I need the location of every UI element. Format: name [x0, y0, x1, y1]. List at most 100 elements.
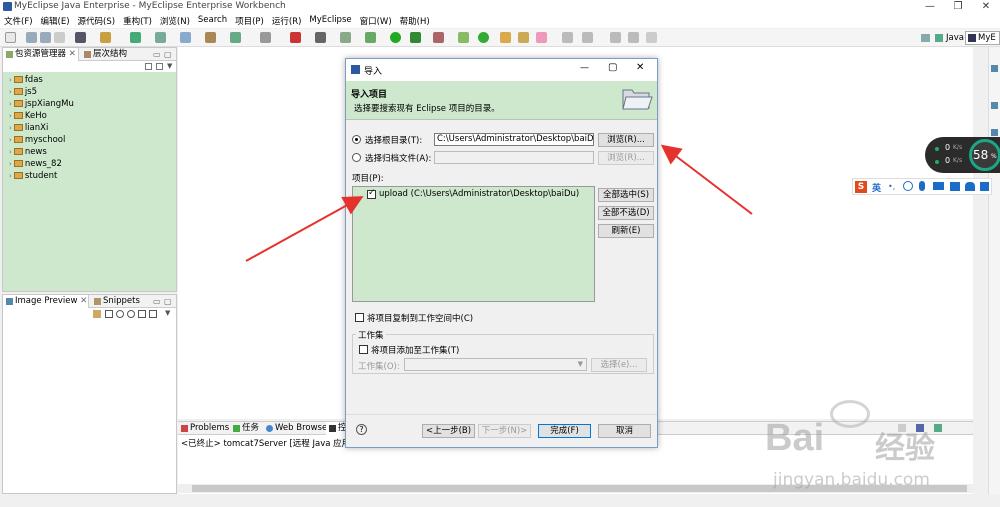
- forward-icon[interactable]: [628, 32, 639, 43]
- print-icon[interactable]: [54, 32, 65, 43]
- network-speed-widget[interactable]: 0 K/s 0 K/s 58 %: [925, 137, 1000, 173]
- task-icon[interactable]: [340, 32, 351, 43]
- link-editor-icon[interactable]: [156, 63, 163, 70]
- browser-icon[interactable]: [100, 32, 111, 43]
- new-web-icon[interactable]: [155, 32, 166, 43]
- external-tools-icon[interactable]: [433, 32, 444, 43]
- fit-window-icon[interactable]: [138, 310, 146, 318]
- dialog-maximize-button[interactable]: ▢: [608, 62, 617, 73]
- copy-to-workspace-label[interactable]: 将项目复制到工作空间中(C): [367, 312, 473, 324]
- view-menu-icon[interactable]: ▼: [167, 62, 172, 70]
- deploy-icon[interactable]: [130, 32, 141, 43]
- tab-package-explorer[interactable]: 包资源管理器 ✕: [3, 48, 79, 61]
- new-class-icon[interactable]: [478, 32, 489, 43]
- tab-console[interactable]: 控: [326, 422, 347, 435]
- select-working-set-button[interactable]: 选择(e)...: [591, 358, 647, 372]
- project-item-label[interactable]: upload (C:\Users\Administrator\Desktop\b…: [379, 189, 579, 199]
- working-set-select[interactable]: ▼: [404, 358, 587, 371]
- user-icon[interactable]: [965, 182, 975, 191]
- tab-tasks[interactable]: 任务: [230, 422, 262, 435]
- chevron-right-icon[interactable]: ›: [9, 112, 12, 120]
- tree-item-student[interactable]: › student: [9, 170, 57, 182]
- annotation-icon[interactable]: [562, 32, 573, 43]
- close-button[interactable]: ✕: [972, 0, 1000, 14]
- debug-icon[interactable]: [365, 32, 376, 43]
- copy-to-workspace-checkbox[interactable]: [355, 313, 364, 322]
- next-annotation-icon[interactable]: [582, 32, 593, 43]
- palette-icon[interactable]: [991, 129, 998, 136]
- grid-icon[interactable]: [149, 310, 157, 318]
- tab-web-browser[interactable]: Web Browser: [263, 422, 331, 435]
- close-icon[interactable]: ✕: [80, 296, 87, 306]
- last-edit-icon[interactable]: [646, 32, 657, 43]
- chevron-right-icon[interactable]: ›: [9, 136, 12, 144]
- menu-navigate[interactable]: 浏览(N): [156, 14, 194, 28]
- punctuation-icon[interactable]: •,: [888, 182, 895, 191]
- zoom-fit-icon[interactable]: [93, 310, 101, 318]
- radio-select-archive[interactable]: [352, 153, 361, 162]
- tree-item-fdas[interactable]: › fdas: [9, 74, 43, 86]
- chevron-right-icon[interactable]: ›: [9, 148, 12, 156]
- menu-edit[interactable]: 编辑(E): [37, 14, 74, 28]
- open-perspective-icon[interactable]: [921, 34, 930, 42]
- cancel-button[interactable]: 取消: [598, 424, 651, 438]
- pen-icon[interactable]: [518, 32, 529, 43]
- add-to-working-set-label[interactable]: 将项目添加至工作集(T): [371, 344, 459, 356]
- dialog-close-button[interactable]: ✕: [636, 62, 644, 73]
- tab-image-preview[interactable]: Image Preview ✕: [3, 295, 89, 308]
- add-to-working-set-checkbox[interactable]: [359, 345, 368, 354]
- sogou-logo-icon[interactable]: S: [855, 181, 867, 193]
- chevron-right-icon[interactable]: ›: [9, 88, 12, 96]
- tree-item-news-82[interactable]: › news_82: [9, 158, 62, 170]
- archive-file-input[interactable]: [434, 151, 594, 164]
- select-all-button[interactable]: 全部选中(S): [598, 188, 654, 202]
- browse-archive-button[interactable]: 浏览(R)...: [598, 151, 654, 165]
- outline-icon[interactable]: [991, 65, 998, 72]
- toolbox-icon[interactable]: [980, 182, 989, 191]
- zoom-out-icon[interactable]: [127, 310, 135, 318]
- minimize-button[interactable]: —: [916, 0, 944, 14]
- tree-item-news[interactable]: › news: [9, 146, 47, 158]
- new-icon[interactable]: [5, 32, 16, 43]
- tree-item-keho[interactable]: › KeHo: [9, 110, 47, 122]
- open-type-icon[interactable]: [205, 32, 216, 43]
- menu-refactor[interactable]: 重构(T): [119, 14, 156, 28]
- collapse-all-icon[interactable]: [145, 63, 152, 70]
- save-icon[interactable]: [26, 32, 37, 43]
- close-icon[interactable]: ✕: [69, 49, 76, 59]
- chevron-right-icon[interactable]: ›: [9, 172, 12, 180]
- server-icon[interactable]: [75, 32, 86, 43]
- tree-item-lianxi[interactable]: › lianXi: [9, 122, 48, 134]
- menu-help[interactable]: 帮助(H): [396, 14, 434, 28]
- deselect-all-button[interactable]: 全部不选(D): [598, 206, 654, 220]
- ant-icon[interactable]: [290, 32, 301, 43]
- menu-myeclipse[interactable]: MyEclipse: [305, 14, 355, 28]
- myeclipse-perspective-label[interactable]: MyE: [978, 33, 996, 43]
- new-java-icon[interactable]: [180, 32, 191, 43]
- keyboard-icon[interactable]: [933, 182, 944, 190]
- tab-hierarchy[interactable]: 层次结构: [81, 48, 141, 61]
- menu-window[interactable]: 窗口(W): [356, 14, 396, 28]
- java-perspective-icon[interactable]: [935, 34, 943, 42]
- tree-item-myschool[interactable]: › myschool: [9, 134, 65, 146]
- dialog-minimize-button[interactable]: —: [580, 63, 589, 73]
- emoji-icon[interactable]: [903, 181, 913, 191]
- restore-button[interactable]: ❐: [944, 0, 972, 14]
- chevron-right-icon[interactable]: ›: [9, 76, 12, 84]
- root-directory-input[interactable]: C:\Users\Administrator\Desktop\baiDu: [434, 133, 594, 146]
- skin-icon[interactable]: [950, 182, 960, 191]
- menu-search[interactable]: Search: [194, 14, 231, 28]
- browse-root-button[interactable]: 浏览(R)...: [598, 133, 654, 147]
- zoom-in-icon[interactable]: [116, 310, 124, 318]
- open-folder-icon[interactable]: [500, 32, 511, 43]
- new-package-icon[interactable]: [458, 32, 469, 43]
- tab-snippets[interactable]: Snippets: [91, 295, 146, 308]
- zoom-actual-icon[interactable]: [105, 310, 113, 318]
- menu-file[interactable]: 文件(F): [0, 14, 37, 28]
- project-checkbox[interactable]: [367, 188, 376, 199]
- maximize-view-icon[interactable]: ▢: [164, 297, 172, 306]
- menu-project[interactable]: 项目(P): [231, 14, 268, 28]
- help-icon[interactable]: ?: [356, 424, 367, 435]
- run-icon[interactable]: [390, 32, 401, 43]
- back-button[interactable]: <上一步(B): [422, 424, 475, 438]
